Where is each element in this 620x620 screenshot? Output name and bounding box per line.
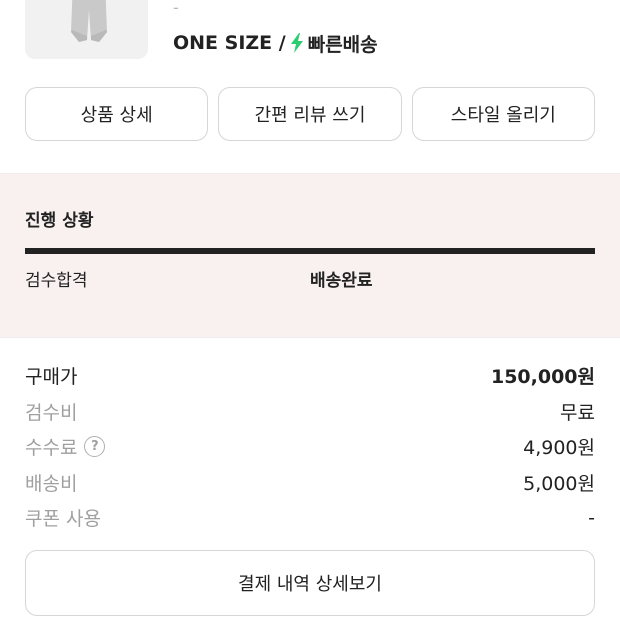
commission-row: 수수료 ? 4,900원 bbox=[25, 429, 595, 465]
coupon-row: 쿠폰 사용 - bbox=[25, 500, 595, 536]
product-option: ONE SIZE / 빠른배송 bbox=[173, 31, 378, 56]
fast-delivery-label: 빠른배송 bbox=[307, 33, 378, 56]
shipping-fee-label: 배송비 bbox=[25, 472, 78, 495]
sweatpants-image bbox=[71, 0, 107, 42]
shipping-fee-row: 배송비 5,000원 bbox=[25, 465, 595, 501]
progress-section: 진행 상황 검수합격 배송완료 bbox=[0, 173, 620, 338]
action-buttons: 상품 상세 간편 리뷰 쓰기 스타일 올리기 bbox=[25, 87, 595, 141]
purchase-price-label: 구매가 bbox=[25, 366, 78, 389]
product-name-placeholder: - bbox=[173, 0, 179, 17]
progress-bar bbox=[25, 248, 595, 254]
price-summary: 구매가 150,000원 검수비 무료 수수료 ? 4,900원 배송비 5,0… bbox=[25, 358, 595, 536]
inspection-fee-row: 검수비 무료 bbox=[25, 394, 595, 430]
lightning-bolt-icon bbox=[290, 33, 303, 53]
step-delivered: 배송완료 bbox=[310, 271, 373, 291]
coupon-value: - bbox=[588, 506, 595, 529]
size-label: ONE SIZE / bbox=[173, 32, 286, 54]
purchase-price-value: 150,000원 bbox=[490, 366, 595, 389]
step-inspection-passed: 검수합격 bbox=[25, 271, 88, 291]
shipping-fee-value: 5,000원 bbox=[523, 472, 595, 495]
commission-label: 수수료 bbox=[25, 437, 78, 460]
post-style-button[interactable]: 스타일 올리기 bbox=[411, 87, 595, 141]
product-thumbnail[interactable] bbox=[25, 0, 148, 59]
payment-detail-button[interactable]: 결제 내역 상세보기 bbox=[25, 550, 595, 616]
quick-review-button[interactable]: 간편 리뷰 쓰기 bbox=[218, 87, 402, 141]
product-detail-button[interactable]: 상품 상세 bbox=[25, 87, 209, 141]
progress-title: 진행 상황 bbox=[25, 211, 94, 231]
help-icon[interactable]: ? bbox=[84, 436, 106, 458]
inspection-fee-label: 검수비 bbox=[25, 401, 78, 424]
commission-value: 4,900원 bbox=[523, 437, 595, 460]
coupon-label: 쿠폰 사용 bbox=[25, 508, 101, 531]
commission-label-group: 수수료 ? bbox=[25, 433, 106, 460]
inspection-fee-value: 무료 bbox=[560, 401, 595, 424]
purchase-price-row: 구매가 150,000원 bbox=[25, 358, 595, 394]
